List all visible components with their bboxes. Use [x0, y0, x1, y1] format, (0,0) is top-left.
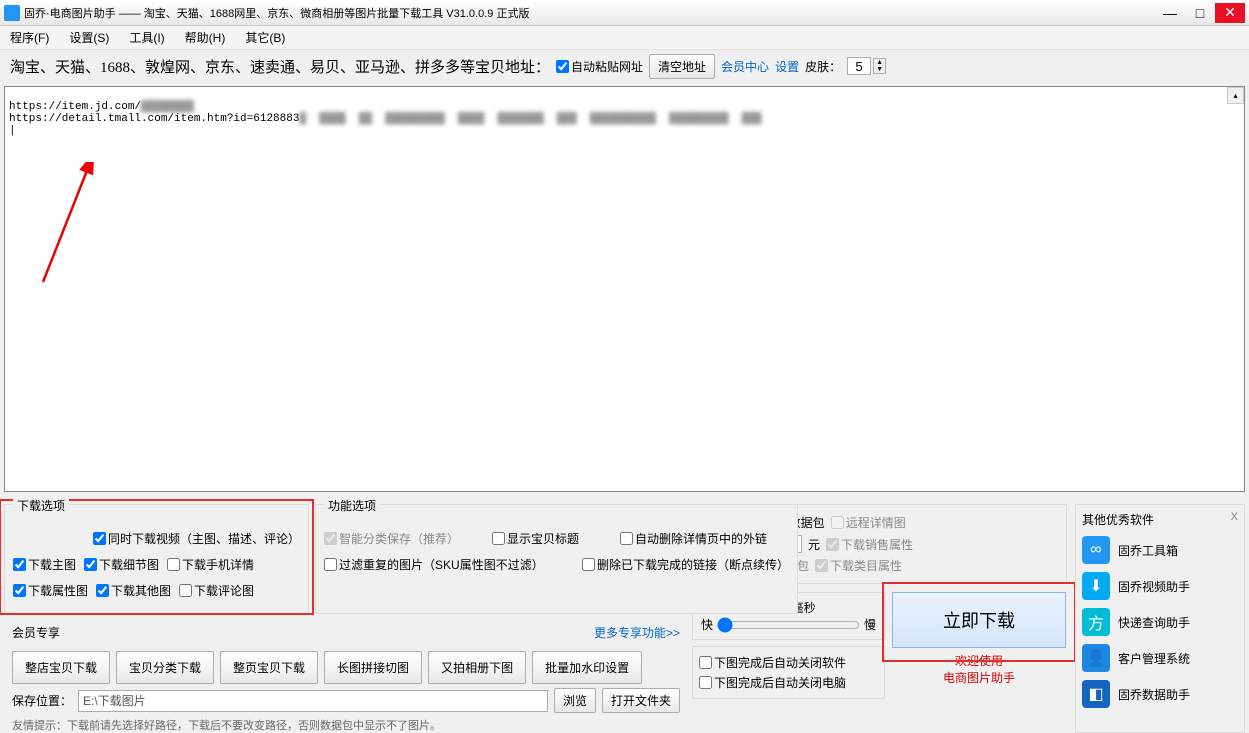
welcome-line2: 电商图片助手	[943, 669, 1015, 686]
download-now-button[interactable]: 立即下载	[892, 592, 1066, 648]
watermark-button[interactable]: 批量加水印设置	[532, 651, 642, 684]
settings-link[interactable]: 设置	[775, 58, 799, 75]
save-label: 保存位置：	[12, 692, 72, 709]
menu-help[interactable]: 帮助(H)	[185, 29, 226, 46]
dl-comment-checkbox[interactable]	[179, 584, 192, 597]
autoclose-soft-checkbox[interactable]	[699, 656, 712, 669]
close-panel-icon[interactable]: X	[1231, 511, 1238, 523]
caption-text: 淘宝、天猫、1688、敦煌网、京东、速卖通、易贝、亚马逊、拼多多等宝贝地址：	[10, 56, 550, 77]
more-features-link[interactable]: 更多专享功能>>	[594, 624, 680, 641]
url-line-1: https://item.jd.com/	[9, 101, 141, 113]
menu-program[interactable]: 程序(F)	[10, 29, 49, 46]
url-textarea[interactable]: https://item.jd.com/████████ https://det…	[4, 86, 1245, 492]
menu-tools[interactable]: 工具(I)	[129, 29, 164, 46]
link-icon: ∞	[1082, 536, 1110, 564]
other-item-crm[interactable]: 👤客户管理系统	[1082, 644, 1238, 672]
app-icon	[4, 5, 20, 21]
other-item-video[interactable]: ⬇固乔视频助手	[1082, 572, 1238, 600]
window-title: 固乔·电商图片助手 —— 淘宝、天猫、1688网里、京东、微商相册等图片批量下载…	[24, 5, 1155, 21]
truck-icon: ⽅	[1082, 608, 1110, 636]
other-item-toolbox[interactable]: ∞固乔工具箱	[1082, 536, 1238, 564]
speed-fast-label: 快	[701, 616, 713, 633]
save-tip: 友情提示：下载前请先选择好路径，下载后不要改变路径，否则数据包中显示不了图片。	[4, 717, 688, 733]
caption-row: 淘宝、天猫、1688、敦煌网、京东、速卖通、易贝、亚马逊、拼多多等宝贝地址： 自…	[0, 50, 1249, 82]
fn-smart-checkbox	[324, 532, 337, 545]
minimize-button[interactable]: —	[1155, 3, 1185, 23]
welcome-line1: 欢迎使用	[943, 652, 1015, 669]
auto-paste-label: 自动粘贴网址	[571, 58, 643, 75]
skin-spinner[interactable]: ▲▼	[873, 58, 886, 74]
auto-close-group: 下图完成后自动关闭软件 下图完成后自动关闭电脑	[692, 646, 885, 699]
browse-button[interactable]: 浏览	[554, 688, 596, 713]
album-button[interactable]: 又拍相册下图	[428, 651, 526, 684]
dl-other-checkbox[interactable]	[96, 584, 109, 597]
download-options-title: 下载选项	[13, 497, 69, 514]
dl-video-checkbox[interactable]	[93, 532, 106, 545]
page-download-button[interactable]: 整页宝贝下载	[220, 651, 318, 684]
save-path-input[interactable]	[78, 690, 548, 712]
vip-title: 会员专享	[12, 624, 60, 641]
dl-attr-checkbox[interactable]	[13, 584, 26, 597]
other-software-panel: 其他优秀软件 X ∞固乔工具箱 ⬇固乔视频助手 ⽅快递查询助手 👤客户管理系统 …	[1075, 504, 1245, 733]
menu-other[interactable]: 其它(B)	[245, 29, 285, 46]
longimg-button[interactable]: 长图拼接切图	[324, 651, 422, 684]
other-item-data[interactable]: ◧固乔数据助手	[1082, 680, 1238, 708]
arrow-annotation	[33, 162, 103, 292]
csv-catattr-checkbox	[815, 559, 828, 572]
download-options-group: 下载选项 同时下载视频（主图、描述、评论） 下载主图 下载细节图 下载手机详情 …	[4, 504, 309, 614]
menubar: 程序(F) 设置(S) 工具(I) 帮助(H) 其它(B)	[0, 26, 1249, 50]
category-download-button[interactable]: 宝贝分类下载	[116, 651, 214, 684]
dl-mobile-checkbox[interactable]	[167, 558, 180, 571]
close-button[interactable]: ✕	[1215, 3, 1245, 23]
open-folder-button[interactable]: 打开文件夹	[602, 688, 680, 713]
other-item-express[interactable]: ⽅快递查询助手	[1082, 608, 1238, 636]
csv-remote-checkbox	[831, 516, 844, 529]
member-center-link[interactable]: 会员中心	[721, 58, 769, 75]
menu-settings[interactable]: 设置(S)	[69, 29, 109, 46]
download-icon: ⬇	[1082, 572, 1110, 600]
fn-deldone-checkbox[interactable]	[582, 558, 595, 571]
titlebar: 固乔·电商图片助手 —— 淘宝、天猫、1688网里、京东、微商相册等图片批量下载…	[0, 0, 1249, 26]
autoclose-pc-checkbox[interactable]	[699, 676, 712, 689]
speed-slow-label: 慢	[864, 616, 876, 633]
speed-slider[interactable]	[717, 617, 860, 633]
auto-paste-checkbox[interactable]	[556, 60, 569, 73]
data-icon: ◧	[1082, 680, 1110, 708]
function-options-title: 功能选项	[324, 497, 380, 514]
fn-dedup-checkbox[interactable]	[324, 558, 337, 571]
clear-button[interactable]: 清空地址	[649, 54, 715, 79]
fn-delext-checkbox[interactable]	[620, 532, 633, 545]
url-line-2: https://detail.tmall.com/item.htm?id=612…	[9, 113, 299, 125]
csv-saleattr-checkbox	[826, 538, 839, 551]
dl-main-checkbox[interactable]	[13, 558, 26, 571]
function-options-group: 功能选项 智能分类保存（推荐） 显示宝贝标题 自动删除详情页中的外链 过滤重复的…	[315, 504, 798, 614]
maximize-button[interactable]: □	[1185, 3, 1215, 23]
skin-input[interactable]	[847, 57, 871, 75]
skin-label: 皮肤：	[805, 58, 841, 75]
dl-detail-checkbox[interactable]	[84, 558, 97, 571]
person-icon: 👤	[1082, 644, 1110, 672]
fn-title-checkbox[interactable]	[492, 532, 505, 545]
other-software-title: 其他优秀软件	[1082, 513, 1154, 527]
scroll-up-icon[interactable]: ▴	[1227, 87, 1244, 104]
store-download-button[interactable]: 整店宝贝下载	[12, 651, 110, 684]
